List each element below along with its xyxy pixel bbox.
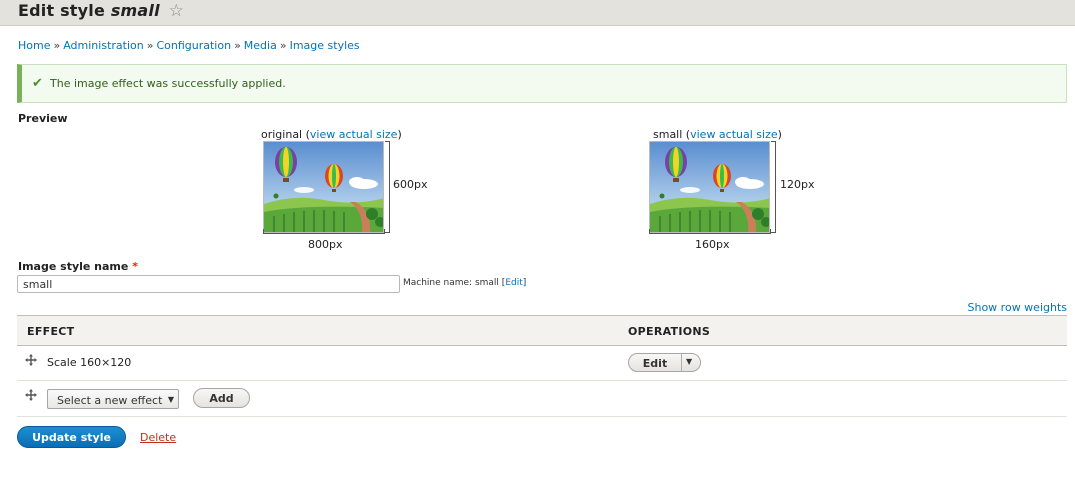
preview-original-height: 600px <box>393 178 428 191</box>
preview-label: Preview <box>18 112 68 125</box>
preview-derived-name: small <box>653 128 683 141</box>
delete-link[interactable]: Delete <box>140 431 176 444</box>
drag-handle-icon[interactable] <box>25 354 37 366</box>
required-marker: * <box>132 260 138 273</box>
column-header-operations: OPERATIONS <box>628 325 711 338</box>
width-dimension-line <box>263 229 385 234</box>
effect-name: Scale 160×120 <box>47 356 132 369</box>
breadcrumb: Home» Administration» Configuration» Media»… <box>18 39 360 52</box>
status-message: ✔ The image effect was successfully appl… <box>17 64 1067 103</box>
preview-derived-width: 160px <box>695 238 730 251</box>
preview-original-image <box>263 141 384 233</box>
column-header-effect: EFFECT <box>27 325 75 338</box>
edit-button-label[interactable]: Edit <box>629 357 681 370</box>
breadcrumb-separator: » <box>279 39 287 52</box>
show-row-weights-link[interactable]: Show row weights <box>968 301 1068 314</box>
machine-name-text: Machine name: small <box>403 278 499 288</box>
width-dimension-line <box>649 229 771 234</box>
table-row-new-effect: Select a new effect ▼ Add <box>17 381 1067 417</box>
add-effect-button[interactable]: Add <box>193 388 250 408</box>
preview-original-width: 800px <box>308 238 343 251</box>
star-icon[interactable]: ☆ <box>169 1 184 21</box>
effects-table: EFFECT OPERATIONS Scale 160×120 Edit ▼ S… <box>17 315 1067 417</box>
table-row: Scale 160×120 Edit ▼ <box>17 346 1067 381</box>
balloon-landscape-image <box>264 142 383 232</box>
image-style-name-label: Image style name * <box>18 260 138 273</box>
view-actual-size-original-link[interactable]: view actual size <box>310 128 398 141</box>
view-actual-size-derived-link[interactable]: view actual size <box>690 128 778 141</box>
page-title-style-name: small <box>110 1 160 20</box>
edit-dropbutton[interactable]: Edit ▼ <box>628 353 701 372</box>
preview-derived-image <box>649 141 770 233</box>
check-icon: ✔ <box>32 76 43 91</box>
height-dimension-line <box>385 141 390 233</box>
machine-name-edit-link[interactable]: Edit <box>505 278 522 288</box>
preview-original-name: original <box>261 128 303 141</box>
machine-name: Machine name: small [Edit] <box>403 278 527 288</box>
page-title-prefix: Edit style <box>18 1 106 20</box>
page-title: Edit style small ☆ <box>18 1 184 21</box>
breadcrumb-configuration[interactable]: Configuration <box>156 39 231 52</box>
preview-derived-height: 120px <box>780 178 815 191</box>
breadcrumb-separator: » <box>146 39 154 52</box>
chevron-down-icon[interactable]: ▼ <box>686 357 692 366</box>
status-text: The image effect was successfully applie… <box>50 77 286 90</box>
update-style-button[interactable]: Update style <box>17 426 126 448</box>
height-dimension-line <box>771 141 776 233</box>
breadcrumb-image-styles[interactable]: Image styles <box>290 39 360 52</box>
image-style-name-input[interactable] <box>17 275 400 293</box>
breadcrumb-separator: » <box>234 39 241 52</box>
balloon-landscape-image <box>650 142 769 232</box>
new-effect-select-value: Select a new effect <box>57 394 163 407</box>
page-header: Edit style small ☆ <box>0 0 1075 26</box>
preview-derived-caption: small (view actual size) <box>653 128 782 141</box>
breadcrumb-separator: » <box>53 39 61 52</box>
chevron-down-icon: ▼ <box>167 395 174 404</box>
new-effect-select[interactable]: Select a new effect ▼ <box>47 389 179 409</box>
dropbutton-divider <box>681 354 682 371</box>
drag-handle-icon[interactable] <box>25 389 37 401</box>
breadcrumb-media[interactable]: Media <box>244 39 277 52</box>
table-header: EFFECT OPERATIONS <box>17 315 1067 346</box>
preview-original-caption: original (view actual size) <box>261 128 402 141</box>
breadcrumb-home[interactable]: Home <box>18 39 50 52</box>
breadcrumb-administration[interactable]: Administration <box>63 39 144 52</box>
image-style-name-label-text: Image style name <box>18 260 129 273</box>
